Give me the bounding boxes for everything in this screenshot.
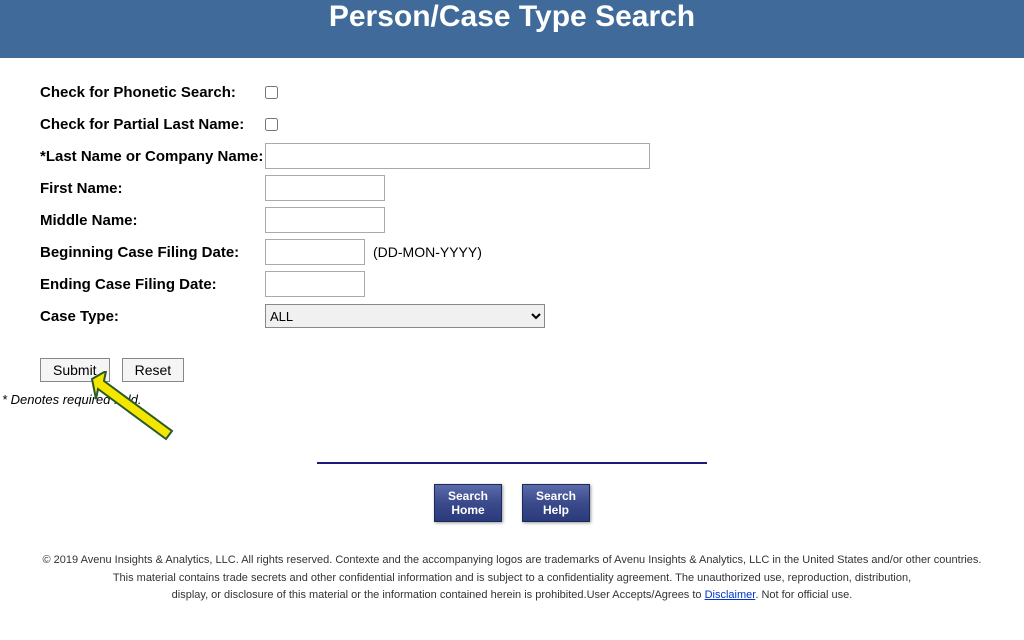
search-home-button[interactable]: Search Home (434, 484, 502, 522)
submit-button[interactable]: Submit (40, 358, 110, 382)
casetype-select[interactable]: ALL (265, 304, 545, 328)
end-date-label: Ending Case Filing Date: (40, 276, 265, 293)
middlename-row: Middle Name: (40, 206, 984, 234)
casetype-label: Case Type: (40, 308, 265, 325)
lastname-input[interactable] (265, 143, 650, 169)
date-format-hint: (DD-MON-YYYY) (373, 244, 482, 260)
begin-date-row: Beginning Case Filing Date: (DD-MON-YYYY… (40, 238, 984, 266)
search-help-line1: Search (536, 489, 576, 503)
footer-line1: © 2019 Avenu Insights & Analytics, LLC. … (40, 552, 984, 570)
partial-lastname-checkbox[interactable] (265, 118, 278, 131)
firstname-input[interactable] (265, 175, 385, 201)
partial-row: Check for Partial Last Name: (40, 110, 984, 138)
footer-line3: display, or disclosure of this material … (40, 587, 984, 605)
nav-button-row: Search Home Search Help (0, 484, 1024, 522)
end-date-input[interactable] (265, 271, 365, 297)
footer: © 2019 Avenu Insights & Analytics, LLC. … (0, 552, 1024, 625)
search-form: Check for Phonetic Search: Check for Par… (0, 58, 1024, 417)
casetype-row: Case Type: ALL (40, 302, 984, 330)
reset-button[interactable]: Reset (122, 358, 185, 382)
disclaimer-link[interactable]: Disclaimer (705, 589, 756, 601)
begin-date-label: Beginning Case Filing Date: (40, 244, 265, 261)
header-banner: Person/Case Type Search (0, 0, 1024, 58)
search-help-button[interactable]: Search Help (522, 484, 590, 522)
middlename-label: Middle Name: (40, 212, 265, 229)
page-title: Person/Case Type Search (329, 0, 695, 34)
firstname-row: First Name: (40, 174, 984, 202)
lastname-label: *Last Name or Company Name: (40, 148, 265, 165)
partial-label: Check for Partial Last Name: (40, 116, 265, 133)
search-home-line2: Home (451, 503, 484, 517)
search-help-line2: Help (543, 503, 569, 517)
separator-line (317, 462, 707, 464)
footer-line3b: . Not for official use. (755, 589, 852, 601)
phonetic-label: Check for Phonetic Search: (40, 84, 265, 101)
footer-line3a: display, or disclosure of this material … (172, 589, 705, 601)
arrow-icon (82, 371, 182, 451)
required-fields-note: * Denotes required field. (2, 392, 984, 407)
phonetic-row: Check for Phonetic Search: (40, 78, 984, 106)
search-home-line1: Search (448, 489, 488, 503)
footer-line2: This material contains trade secrets and… (40, 570, 984, 588)
middlename-input[interactable] (265, 207, 385, 233)
lastname-row: *Last Name or Company Name: (40, 142, 984, 170)
end-date-row: Ending Case Filing Date: (40, 270, 984, 298)
firstname-label: First Name: (40, 180, 265, 197)
button-row: Submit Reset (40, 358, 984, 382)
phonetic-checkbox[interactable] (265, 86, 278, 99)
begin-date-input[interactable] (265, 239, 365, 265)
